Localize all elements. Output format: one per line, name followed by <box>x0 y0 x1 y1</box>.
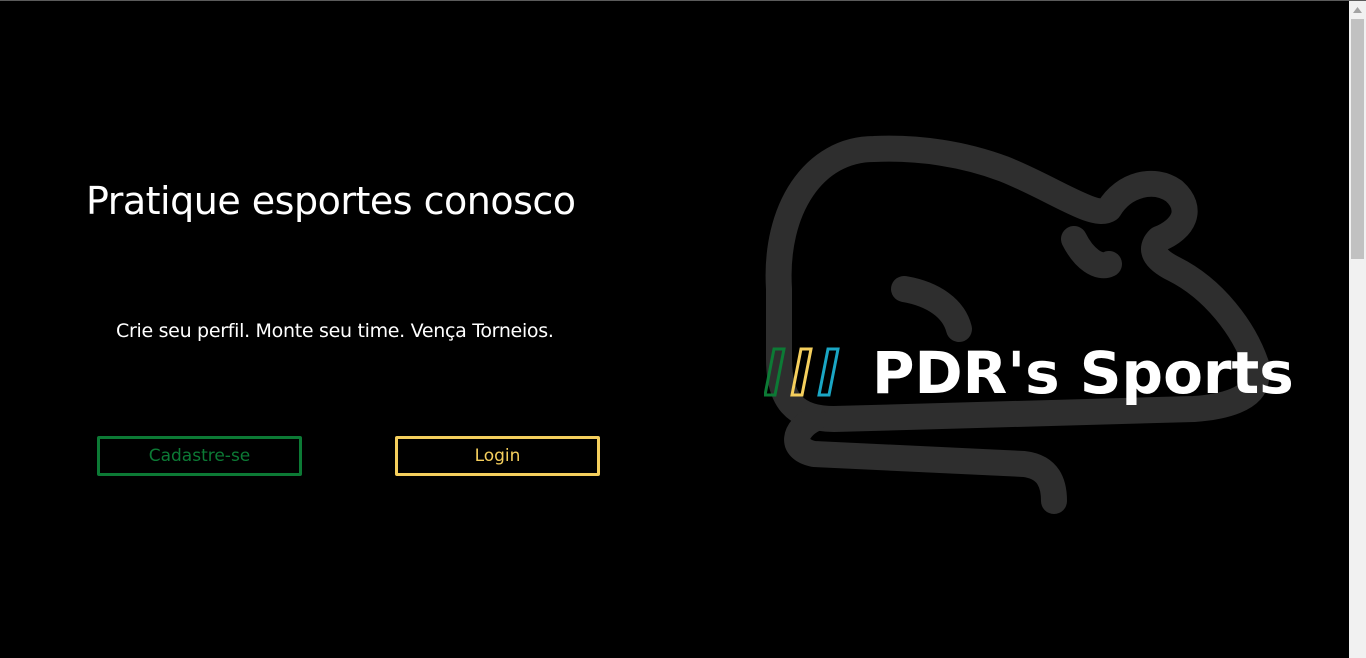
scrollbar-thumb[interactable] <box>1351 19 1364 259</box>
signup-button[interactable]: Cadastre-se <box>97 436 302 476</box>
rat-mascot-icon <box>765 135 1269 514</box>
brand-logo: PDR's Sports <box>764 339 1294 407</box>
brand-stripes-icon <box>764 347 840 397</box>
hero-headline: Pratique esportes conosco <box>86 179 576 223</box>
hero-tagline: Crie seu perfil. Monte seu time. Vença T… <box>116 320 554 342</box>
brand-section: PDR's Sports <box>692 1 1349 658</box>
landing-page: Pratique esportes conosco Crie seu perfi… <box>0 1 1349 658</box>
vertical-scrollbar[interactable] <box>1349 1 1366 658</box>
hero-section: Pratique esportes conosco Crie seu perfi… <box>0 1 692 658</box>
login-button[interactable]: Login <box>395 436 600 476</box>
scroll-up-arrow-icon[interactable] <box>1349 1 1366 18</box>
brand-name: PDR's Sports <box>872 339 1294 407</box>
